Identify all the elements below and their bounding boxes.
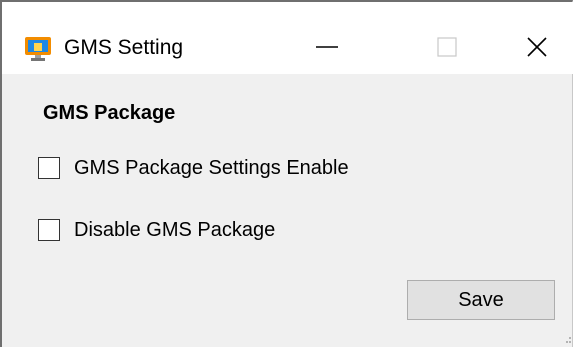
close-icon <box>527 37 547 57</box>
save-button[interactable]: Save <box>407 280 555 320</box>
disable-gms-package-option[interactable]: Disable GMS Package <box>38 217 275 243</box>
maximize-icon <box>437 37 457 57</box>
close-button[interactable] <box>502 20 572 74</box>
title-bar[interactable]: GMS Setting <box>2 2 573 74</box>
gms-package-settings-enable-option[interactable]: GMS Package Settings Enable <box>38 155 349 181</box>
maximize-button[interactable] <box>412 20 482 74</box>
gms-package-settings-enable-label[interactable]: GMS Package Settings Enable <box>74 155 349 181</box>
gms-package-settings-enable-checkbox[interactable] <box>38 157 60 179</box>
minimize-button[interactable] <box>292 20 362 74</box>
resize-grip-icon[interactable] <box>564 336 572 346</box>
disable-gms-package-label[interactable]: Disable GMS Package <box>74 217 275 243</box>
window-title: GMS Setting <box>64 36 184 59</box>
gms-setting-window: GMS Setting GMS Package GMS Package Sett… <box>0 0 573 347</box>
monitor-app-icon <box>25 37 51 61</box>
minimize-icon <box>316 46 338 48</box>
disable-gms-package-checkbox[interactable] <box>38 219 60 241</box>
section-title-gms-package: GMS Package <box>43 102 176 124</box>
